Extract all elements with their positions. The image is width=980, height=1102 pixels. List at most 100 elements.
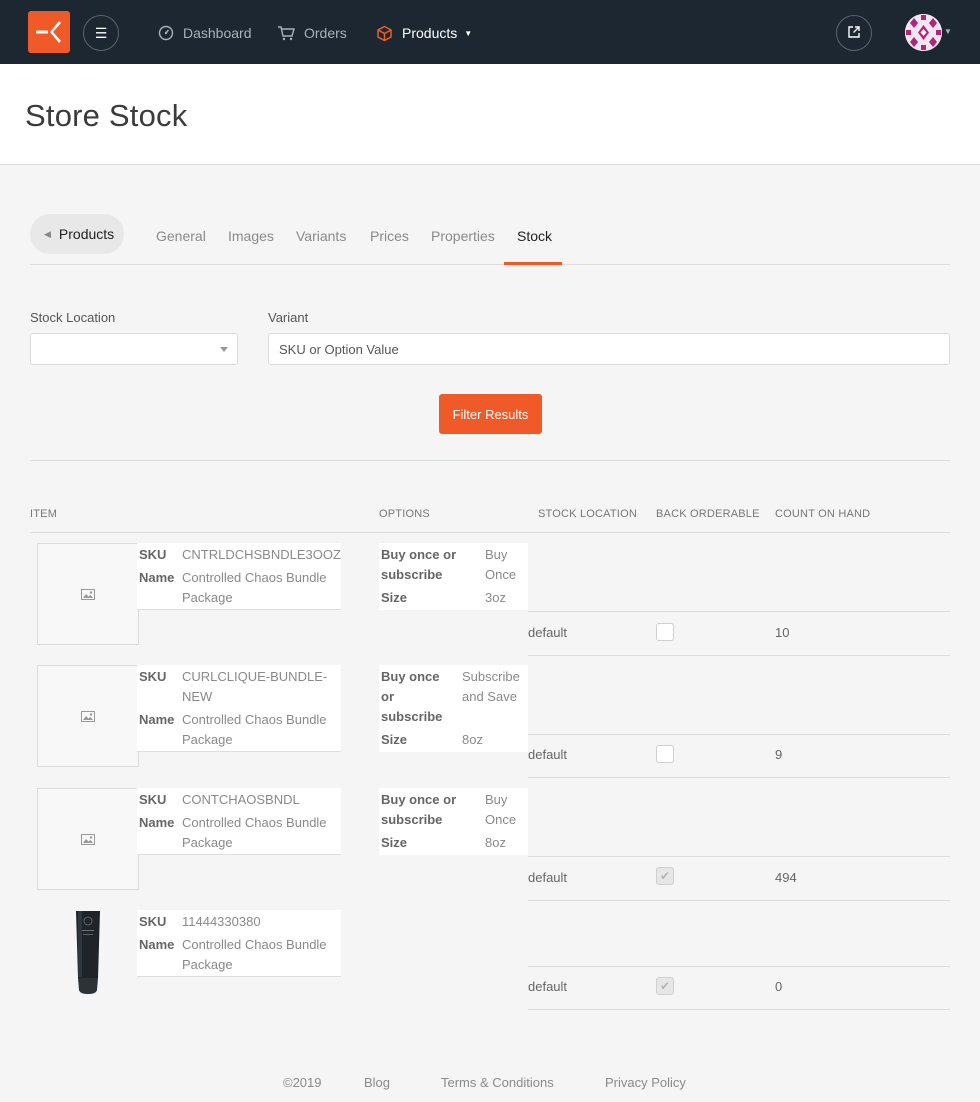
external-link-icon [847,25,861,42]
product-thumbnail [37,665,139,767]
nav-orders[interactable]: Orders [277,24,347,42]
tabs-divider [30,264,950,265]
name-value: Controlled Chaos Bundle Package [182,570,327,605]
footer-terms-link[interactable]: Terms & Conditions [441,1075,554,1090]
row-divider [528,966,950,967]
name-value: Controlled Chaos Bundle Package [182,712,327,747]
variant-search-input[interactable] [268,333,950,365]
column-header-options: OPTIONS [379,508,430,520]
tab-stock[interactable]: Stock [517,228,552,244]
name-value: Controlled Chaos Bundle Package [182,937,327,972]
stock-location-select[interactable] [30,333,238,365]
image-placeholder-icon [81,833,95,845]
option-value: Buy Once [485,792,517,827]
backorderable-checkbox[interactable]: ✔ [656,977,674,995]
stock-location-label: Stock Location [30,310,116,325]
option-value: Subscribe and Save [462,669,520,704]
view-store-button[interactable] [836,15,872,51]
column-header-item: ITEM [30,508,58,520]
cart-icon [277,25,295,41]
page-title: Store Stock [25,98,188,133]
avatar-caret-icon[interactable]: ▼ [944,27,952,36]
backorderable-checkbox[interactable]: ✔ [656,867,674,885]
top-navbar: ☰ Dashboard Orders Products ▼ ▼ [0,0,980,64]
options-box: Buy once or subscribe Buy Once Size 8oz [379,788,528,855]
count-on-hand-cell[interactable]: 10 [775,625,789,640]
backorderable-checkbox[interactable] [656,745,674,763]
sku-value: CONTCHAOSBNDL [182,792,300,807]
item-info: SKU CONTCHAOSBNDL Name Controlled Chaos … [137,788,341,855]
stock-location-cell: default [528,625,568,640]
sku-label: SKU [139,914,167,929]
name-label: Name [139,570,175,585]
row-divider [528,734,950,735]
option-name: Size [381,732,408,747]
tab-general[interactable]: General [156,228,206,244]
count-on-hand-cell[interactable]: 0 [775,979,782,994]
divider [30,460,950,461]
chevron-down-icon [220,347,228,352]
box-icon [376,25,393,42]
name-label: Name [139,937,175,952]
options-box: Buy once or subscribe Buy Once Size 3oz [379,543,528,610]
row-divider [528,655,950,656]
row-divider [528,856,950,857]
option-name: Buy once or subscribe [381,669,443,724]
image-placeholder-icon [81,588,95,600]
filter-results-button[interactable]: Filter Results [439,394,542,434]
check-icon: ✔ [659,979,671,993]
count-on-hand-cell[interactable]: 494 [775,870,797,885]
sku-label: SKU [139,669,167,684]
row-divider [528,1009,950,1010]
item-info: SKU 11444330380 Name Controlled Chaos Bu… [137,910,341,977]
tab-prices[interactable]: Prices [370,228,409,244]
count-on-hand-cell[interactable]: 9 [775,747,782,762]
column-header-back-orderable: BACK ORDERABLE [656,508,760,520]
avatar[interactable] [905,14,942,51]
nav-dashboard[interactable]: Dashboard [158,24,252,42]
name-label: Name [139,712,175,727]
tab-properties[interactable]: Properties [431,228,495,244]
nav-products-label: Products [402,25,458,41]
option-value: Buy Once [485,547,517,582]
active-tab-indicator [504,262,562,265]
name-label: Name [139,815,175,830]
product-thumbnail [37,788,139,890]
column-header-count-on-hand: COUNT ON HAND [775,508,871,520]
option-value: 8oz [485,835,506,850]
item-info: SKU CURLCLIQUE-BUNDLE-NEW Name Controlle… [137,665,341,752]
nav-products[interactable]: Products ▼ [376,24,472,42]
option-name: Size [381,835,408,850]
sku-value: CURLCLIQUE-BUNDLE-NEW [182,669,328,704]
row-divider [528,900,950,901]
page-header: Store Stock [0,64,980,165]
stock-location-cell: default [528,979,568,994]
options-box: Buy once or subscribe Subscribe and Save… [379,665,528,752]
product-thumbnail [37,543,139,645]
menu-toggle-button[interactable]: ☰ [83,15,119,51]
option-name: Buy once or subscribe [381,547,457,582]
sku-value: CNTRLDCHSBNDLE3OOZ [182,547,341,562]
footer-privacy-link[interactable]: Privacy Policy [605,1075,686,1090]
option-value: 8oz [462,732,483,747]
backorderable-checkbox[interactable] [656,623,674,641]
option-name: Buy once or subscribe [381,792,457,827]
variant-label: Variant [268,310,309,325]
image-placeholder-icon [81,710,95,722]
logo-icon[interactable] [28,11,70,53]
back-label: Products [58,226,115,242]
check-icon: ✔ [659,869,671,883]
tab-variants[interactable]: Variants [296,228,346,244]
tab-images[interactable]: Images [228,228,274,244]
dashboard-icon [158,25,174,41]
sku-label: SKU [139,792,167,807]
menu-icon: ☰ [94,24,108,41]
back-to-products-button[interactable]: ◀ Products [30,214,124,254]
row-divider [528,611,950,612]
back-arrow-icon: ◀ [44,228,51,239]
footer-copyright: ©2019 [283,1075,322,1090]
column-header-stock-location: STOCK LOCATION [538,508,637,520]
footer-blog-link[interactable]: Blog [364,1075,390,1090]
chevron-down-icon: ▼ [464,28,473,38]
item-info: SKU CNTRLDCHSBNDLE3OOZ Name Controlled C… [137,543,341,610]
